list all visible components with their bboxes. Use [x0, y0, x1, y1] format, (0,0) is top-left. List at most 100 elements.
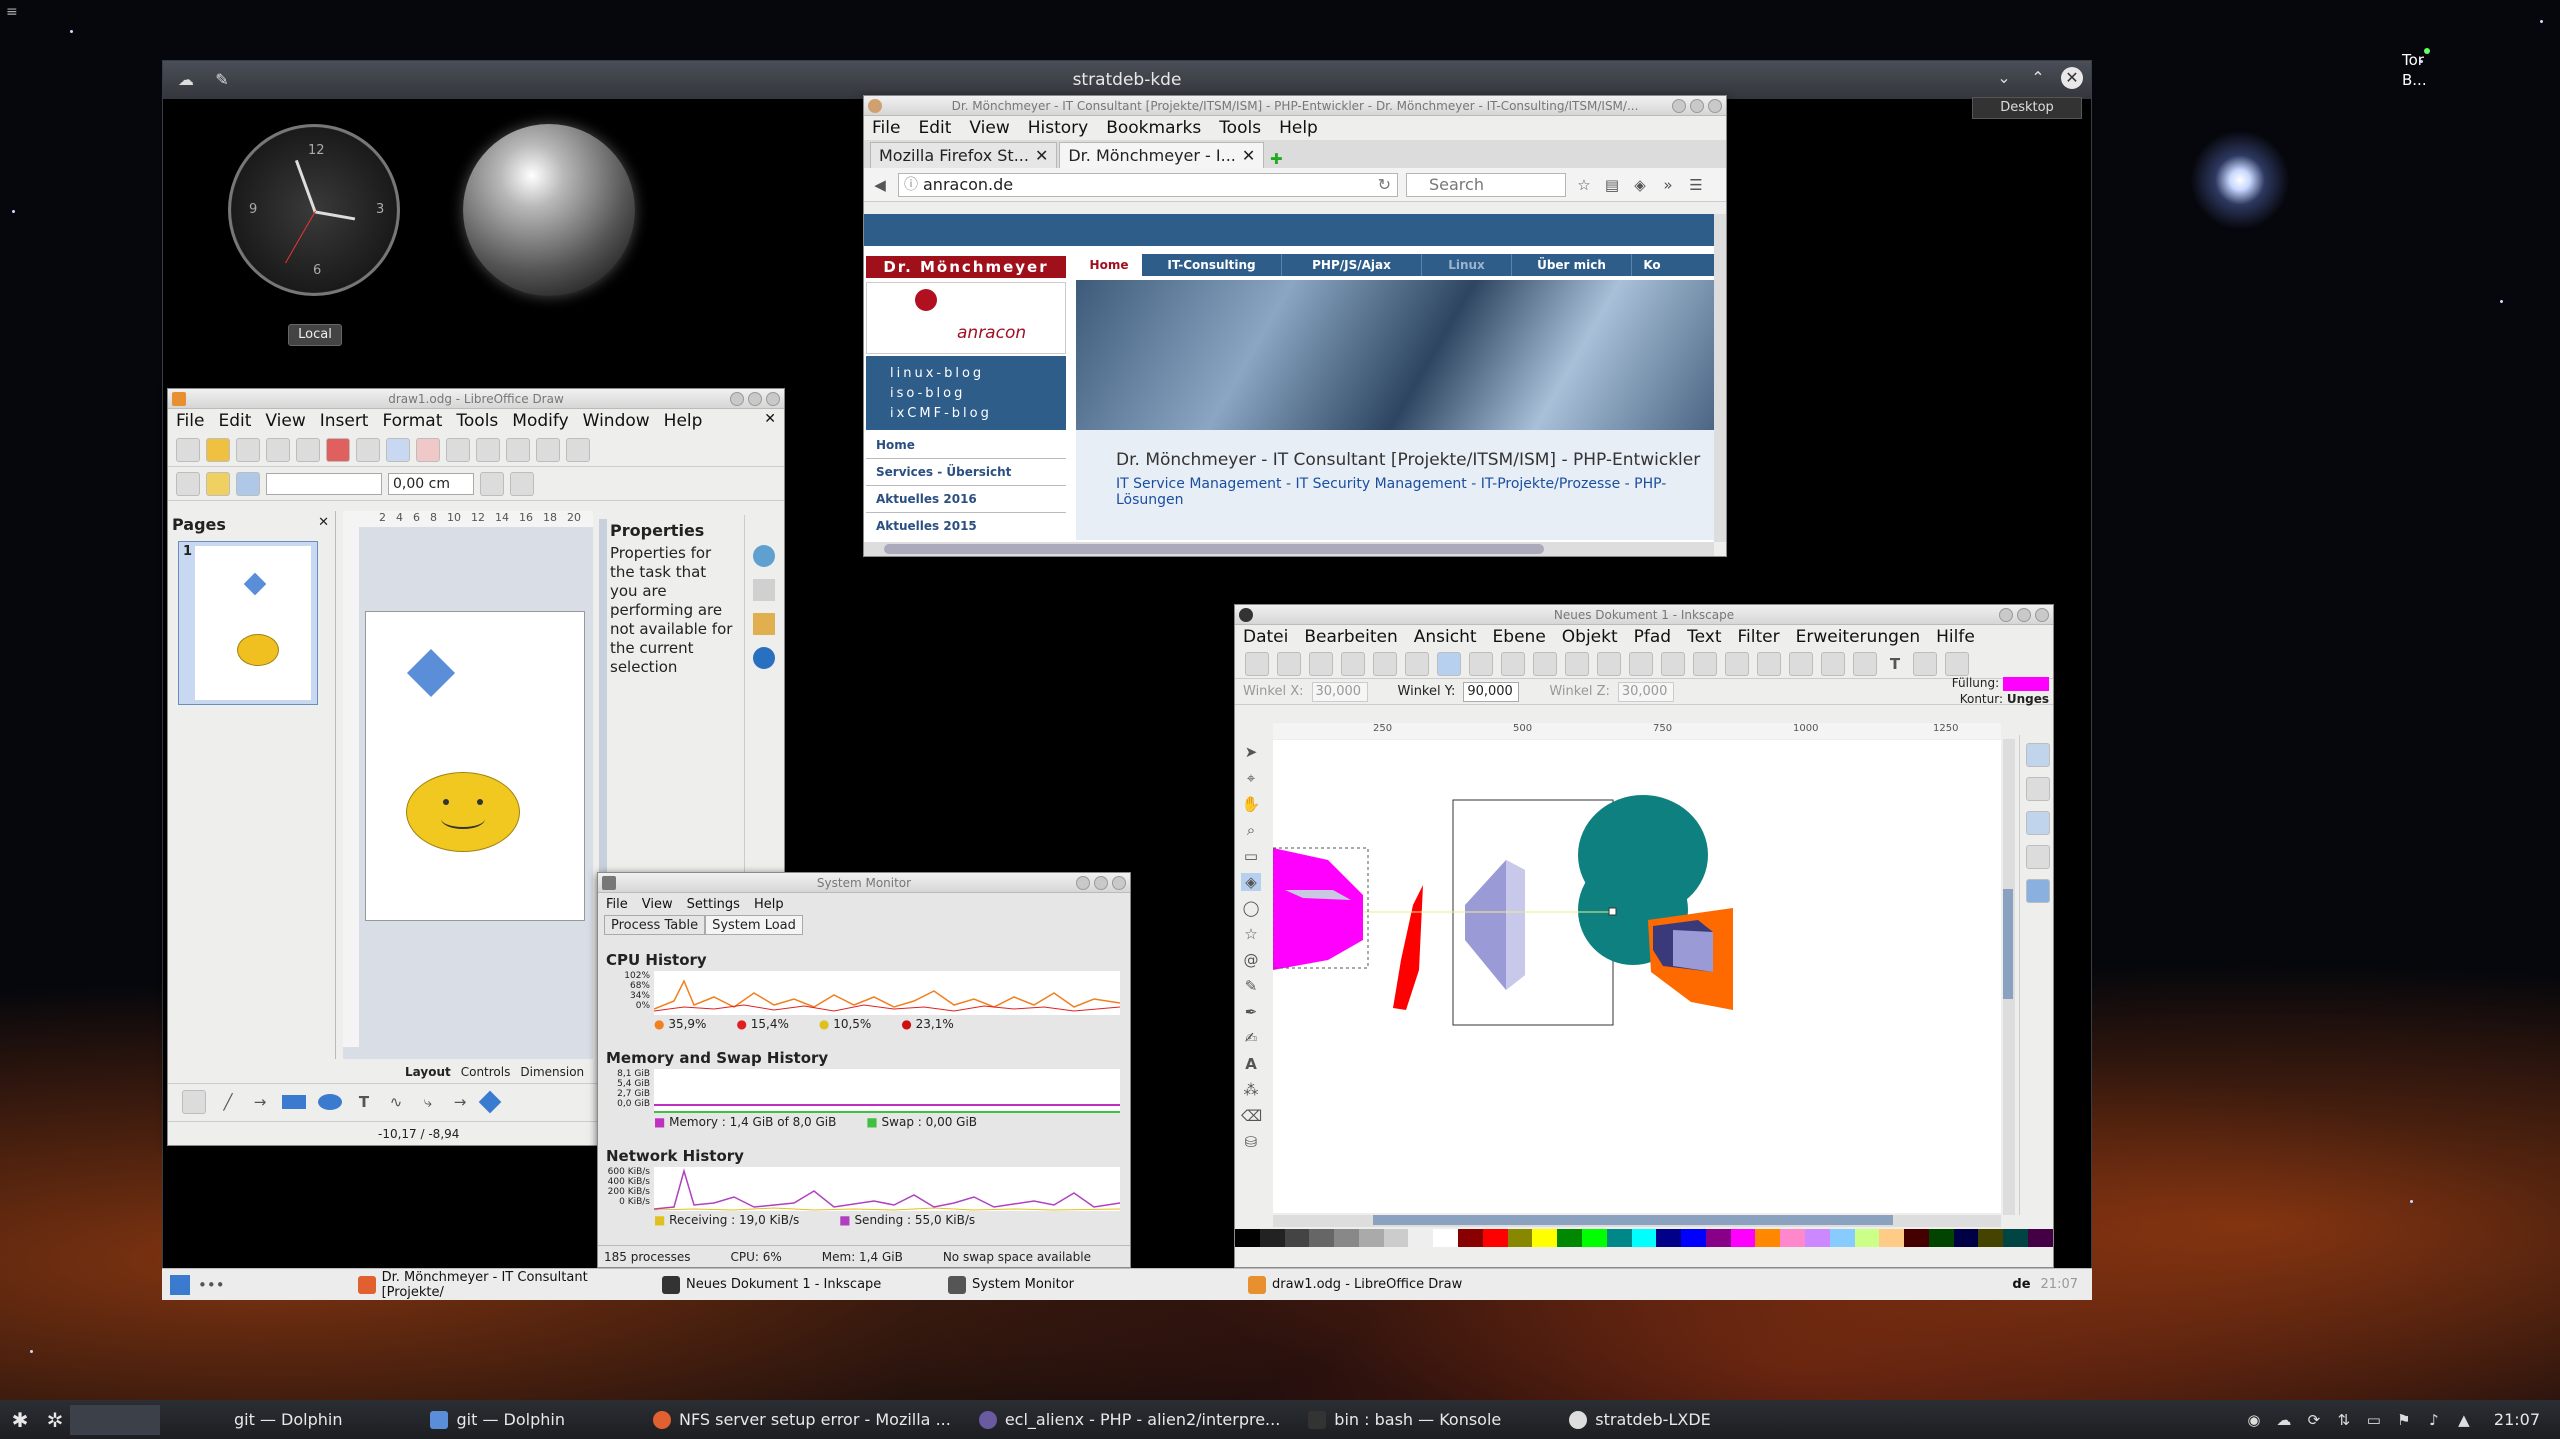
node-tool-icon[interactable]: ⌖	[1241, 769, 1261, 787]
line-tool-icon[interactable]: ╱	[218, 1093, 238, 1111]
line-style-select[interactable]	[266, 472, 382, 495]
minimize-icon[interactable]	[730, 392, 744, 406]
vertical-scrollbar[interactable]	[1714, 214, 1726, 542]
palette-swatch[interactable]	[1681, 1229, 1706, 1247]
paste-icon[interactable]	[1565, 651, 1589, 676]
connector-tool-icon[interactable]: ⤷	[418, 1093, 438, 1111]
menu-help[interactable]: Help	[664, 411, 703, 431]
export-icon[interactable]	[1405, 651, 1429, 676]
close-icon[interactable]: ✕	[2061, 67, 2083, 89]
paste-icon[interactable]	[506, 437, 530, 462]
menu-format[interactable]: Format	[382, 411, 442, 431]
minimize-icon[interactable]	[1999, 608, 2013, 622]
palette-swatch[interactable]	[1358, 1229, 1384, 1247]
bucket-tool-icon[interactable]: ⛁	[1241, 1133, 1261, 1151]
palette-swatch[interactable]	[1482, 1229, 1508, 1247]
palette-swatch[interactable]	[1507, 1229, 1533, 1247]
ellipse-tool-icon[interactable]: ◯	[1241, 899, 1261, 917]
palette-swatch[interactable]	[1581, 1229, 1607, 1247]
menu-icon[interactable]: ≡	[6, 4, 18, 20]
3dbox-tool-icon[interactable]: ◈	[1241, 873, 1261, 891]
palette-swatch[interactable]	[1334, 1229, 1359, 1247]
menu-view[interactable]: View	[642, 897, 673, 912]
spellcheck-icon[interactable]	[386, 437, 410, 462]
menu-settings[interactable]: Settings	[687, 897, 740, 912]
fill-swatch[interactable]	[2003, 676, 2049, 691]
pencil-tool-icon[interactable]: ✎	[1241, 977, 1261, 995]
menu-modify[interactable]: Modify	[512, 411, 568, 431]
palette-swatch[interactable]	[1978, 1229, 2004, 1247]
nav-php[interactable]: PHP/JS/Ajax	[1282, 254, 1422, 276]
properties-tab-icon[interactable]	[753, 545, 775, 567]
snap-nodes-icon[interactable]	[2026, 811, 2050, 835]
hamburger-menu-icon[interactable]: ☰	[1686, 176, 1706, 194]
menu-datei[interactable]: Datei	[1243, 627, 1288, 647]
menu-help[interactable]: Help	[1279, 118, 1318, 138]
new-icon[interactable]	[176, 437, 200, 462]
minimize-icon[interactable]	[1076, 876, 1090, 890]
side-link[interactable]: Home	[866, 432, 1066, 459]
palette-swatch[interactable]	[1953, 1229, 1979, 1247]
inkscape-titlebar[interactable]: Neues Dokument 1 - Inkscape	[1235, 605, 2053, 625]
close-tab-icon[interactable]: ✕	[1242, 146, 1255, 165]
palette-swatch[interactable]	[1904, 1229, 1929, 1247]
palette-swatch[interactable]	[1433, 1229, 1459, 1247]
menu-insert[interactable]: Insert	[320, 411, 369, 431]
menu-filter[interactable]: Filter	[1738, 627, 1780, 647]
rectangle-tool-icon[interactable]	[282, 1094, 306, 1109]
clipboard-icon[interactable]: ▤	[1602, 176, 1622, 194]
fill-stroke-indicator[interactable]: Füllung: Kontur: Unges	[1952, 675, 2049, 707]
copy-icon[interactable]	[476, 437, 500, 462]
site-brand[interactable]: Dr. Mönchmeyer	[866, 256, 1066, 278]
email-icon[interactable]	[266, 437, 290, 462]
text-tool-icon[interactable]: T	[354, 1093, 374, 1111]
palette-swatch[interactable]	[1804, 1229, 1830, 1247]
menu-ansicht[interactable]: Ansicht	[1414, 627, 1477, 647]
menu-edit[interactable]: Edit	[918, 118, 951, 138]
tab-process-table[interactable]: Process Table	[604, 915, 706, 935]
blog-link[interactable]: linux-blog	[890, 364, 1066, 384]
palette-swatch[interactable]	[1259, 1229, 1285, 1247]
scrollbar-thumb[interactable]	[884, 544, 1544, 554]
inner-clock[interactable]: 21:07	[2041, 1277, 2078, 1292]
pin-icon[interactable]: ✎	[211, 69, 233, 91]
arrow-tool-icon[interactable]: →	[250, 1093, 270, 1111]
palette-swatch[interactable]	[1458, 1229, 1483, 1247]
rect-tool-icon[interactable]: ▭	[1241, 847, 1261, 865]
palette-swatch[interactable]	[1928, 1229, 1954, 1247]
menu-tools[interactable]: Tools	[456, 411, 498, 431]
winkel-y-input[interactable]: 90,000	[1463, 681, 1520, 702]
nav-linux[interactable]: Linux	[1422, 254, 1512, 276]
close-tab-icon[interactable]: ✕	[1035, 146, 1048, 165]
open-icon[interactable]	[1277, 651, 1301, 676]
zoom-page-icon[interactable]	[1661, 651, 1685, 676]
spiral-tool-icon[interactable]: @	[1241, 951, 1261, 969]
window-menu-icon[interactable]: ☁	[175, 69, 197, 91]
menu-bearbeiten[interactable]: Bearbeiten	[1304, 627, 1397, 647]
save-icon[interactable]	[236, 437, 260, 462]
snap-grid-icon[interactable]	[2026, 879, 2050, 903]
new-tab-icon[interactable]: ✚	[1266, 150, 1286, 168]
maximize-icon[interactable]	[1690, 99, 1704, 113]
nav-home[interactable]: Home	[1076, 254, 1142, 276]
print-icon[interactable]	[1341, 651, 1365, 676]
palette-swatch[interactable]	[1557, 1229, 1582, 1247]
panel-task-konsole[interactable]: bin : bash — Konsole	[1294, 1400, 1515, 1439]
autospell-icon[interactable]	[416, 437, 440, 462]
styles-tab-icon[interactable]	[753, 579, 775, 601]
blog-link[interactable]: iso-blog	[890, 384, 1066, 404]
snap-toggle-icon[interactable]	[2026, 743, 2050, 767]
text-font-icon[interactable]: T	[1885, 655, 1905, 673]
tab-layout[interactable]: Layout	[405, 1065, 451, 1081]
tab-anracon[interactable]: Dr. Mönchmeyer - I... ✕	[1059, 142, 1265, 168]
flip-icon[interactable]	[236, 471, 260, 496]
panel-task-lxde[interactable]: stratdeb-LXDE	[1555, 1400, 1725, 1439]
application-launcher-icon[interactable]: ✱	[0, 1408, 40, 1432]
menu-bookmarks[interactable]: Bookmarks	[1106, 118, 1201, 138]
copy-icon[interactable]	[1501, 651, 1525, 676]
palette-swatch[interactable]	[1631, 1229, 1657, 1247]
palette-swatch[interactable]	[1780, 1229, 1805, 1247]
overflow-icon[interactable]: »	[1658, 176, 1678, 194]
new-icon[interactable]	[1245, 651, 1269, 676]
pager[interactable]	[70, 1404, 160, 1435]
